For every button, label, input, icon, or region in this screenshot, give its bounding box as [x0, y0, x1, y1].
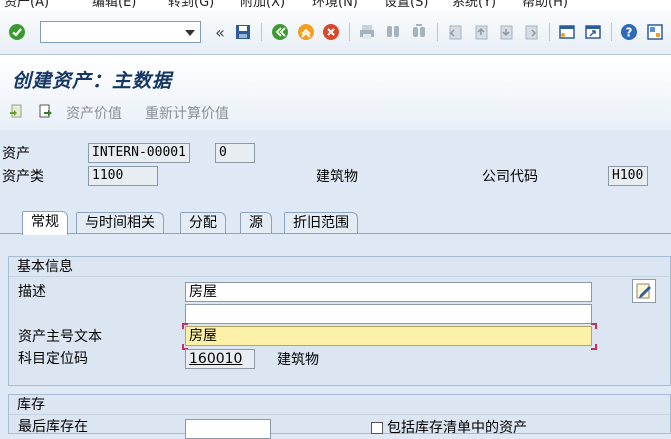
focus-corner [182, 323, 188, 329]
enter-check-icon[interactable] [7, 22, 27, 42]
standard-toolbar: « ? [0, 10, 671, 55]
description-input[interactable]: 房屋 [185, 282, 592, 302]
layout-icon[interactable] [645, 22, 665, 42]
create-with-reference-icon[interactable] [35, 101, 55, 121]
menu-item-help[interactable]: 帮助(H) [522, 0, 568, 10]
focus-corner [591, 323, 597, 329]
include-in-inventory-label: 包括库存清单中的资产 [387, 420, 527, 436]
description-line2-input[interactable] [185, 304, 592, 324]
last-inventory-label: 最后库存在 [18, 419, 88, 435]
company-code-field[interactable]: H100 [608, 166, 648, 186]
page-title: 创建资产：主数据 [12, 70, 173, 92]
asset-subnumber-field[interactable]: 0 [215, 143, 255, 163]
account-determination-description: 建筑物 [277, 352, 319, 368]
tab-panel-general: 基本信息 描述 房屋 资产主号文本 房屋 科目定位码 160010 建筑物 库存… [0, 234, 671, 439]
description-label: 描述 [18, 284, 46, 300]
account-determination-label: 科目定位码 [18, 351, 88, 367]
tab-allocations[interactable]: 分配 [180, 212, 226, 234]
inventory-group: 库存 最后库存在 包括库存清单中的资产 [8, 394, 671, 439]
svg-text:?: ? [626, 26, 633, 40]
prev-page-icon[interactable] [471, 22, 491, 42]
tab-depreciation-areas[interactable]: 折旧范围 [284, 212, 358, 234]
main-number-text-label: 资产主号文本 [18, 329, 102, 345]
toolbar-separator [611, 23, 612, 41]
menu-item-extras[interactable]: 附加(X) [240, 0, 285, 10]
toolbar-separator [349, 23, 350, 41]
toolbar-separator [437, 23, 438, 41]
account-determination-field[interactable]: 160010 [185, 349, 255, 369]
asset-label: 资产 [2, 146, 30, 162]
display-change-icon[interactable] [7, 101, 27, 121]
command-field[interactable] [40, 21, 201, 43]
print-icon[interactable] [357, 22, 377, 42]
tab-time-dependent[interactable]: 与时间相关 [76, 212, 164, 234]
menu-bar: 资产(A) 编辑(E) 转到(G) 附加(X) 环境(N) 设置(S) 系统(Y… [0, 0, 671, 10]
long-text-edit-icon[interactable] [632, 279, 656, 303]
focus-corner [591, 344, 597, 350]
shortcut-icon[interactable] [583, 22, 603, 42]
recalculate-values-button[interactable]: 重新计算价值 [145, 103, 229, 123]
last-inventory-date-input[interactable] [185, 419, 271, 439]
title-area: 创建资产：主数据 资产价值 重新计算价值 [0, 55, 671, 130]
menu-item-settings[interactable]: 设置(S) [384, 0, 428, 10]
company-code-label: 公司代码 [482, 169, 538, 185]
basic-info-title: 基本信息 [9, 257, 670, 277]
menu-item-asset[interactable]: 资产(A) [4, 0, 49, 10]
back-icon[interactable] [270, 22, 290, 42]
asset-values-button[interactable]: 资产价值 [66, 103, 122, 123]
main-number-text-input[interactable]: 房屋 [185, 326, 592, 346]
toolbar-separator [549, 23, 550, 41]
find-next-icon[interactable] [409, 22, 429, 42]
cancel-icon[interactable] [321, 22, 341, 42]
last-page-icon[interactable] [521, 22, 541, 42]
next-page-icon[interactable] [496, 22, 516, 42]
toolbar-separator [261, 23, 262, 41]
help-icon[interactable]: ? [619, 22, 639, 42]
tab-general[interactable]: 常规 [22, 211, 68, 235]
menu-item-goto[interactable]: 转到(G) [168, 0, 214, 10]
new-session-icon[interactable] [557, 22, 577, 42]
tab-origin[interactable]: 源 [240, 212, 272, 234]
asset-class-description: 建筑物 [316, 169, 358, 185]
collapse-icon[interactable]: « [210, 22, 230, 42]
save-icon[interactable] [233, 22, 253, 42]
exit-icon[interactable] [296, 22, 316, 42]
application-toolbar: 资产价值 重新计算价值 [0, 96, 671, 126]
menu-item-system[interactable]: 系统(Y) [452, 0, 496, 10]
find-icon[interactable] [383, 22, 403, 42]
first-page-icon[interactable] [445, 22, 465, 42]
asset-class-label: 资产类 [2, 169, 44, 185]
basic-info-group: 基本信息 描述 房屋 资产主号文本 房屋 科目定位码 160010 建筑物 [8, 256, 671, 386]
include-in-inventory-checkbox[interactable] [371, 422, 383, 434]
command-dropdown-icon[interactable] [185, 30, 195, 36]
menu-item-edit[interactable]: 编辑(E) [92, 0, 136, 10]
asset-number-field[interactable]: INTERN-00001 [88, 143, 190, 163]
asset-class-field[interactable]: 1100 [88, 166, 158, 186]
menu-item-environment[interactable]: 环境(N) [312, 0, 358, 10]
inventory-title: 库存 [9, 395, 670, 415]
